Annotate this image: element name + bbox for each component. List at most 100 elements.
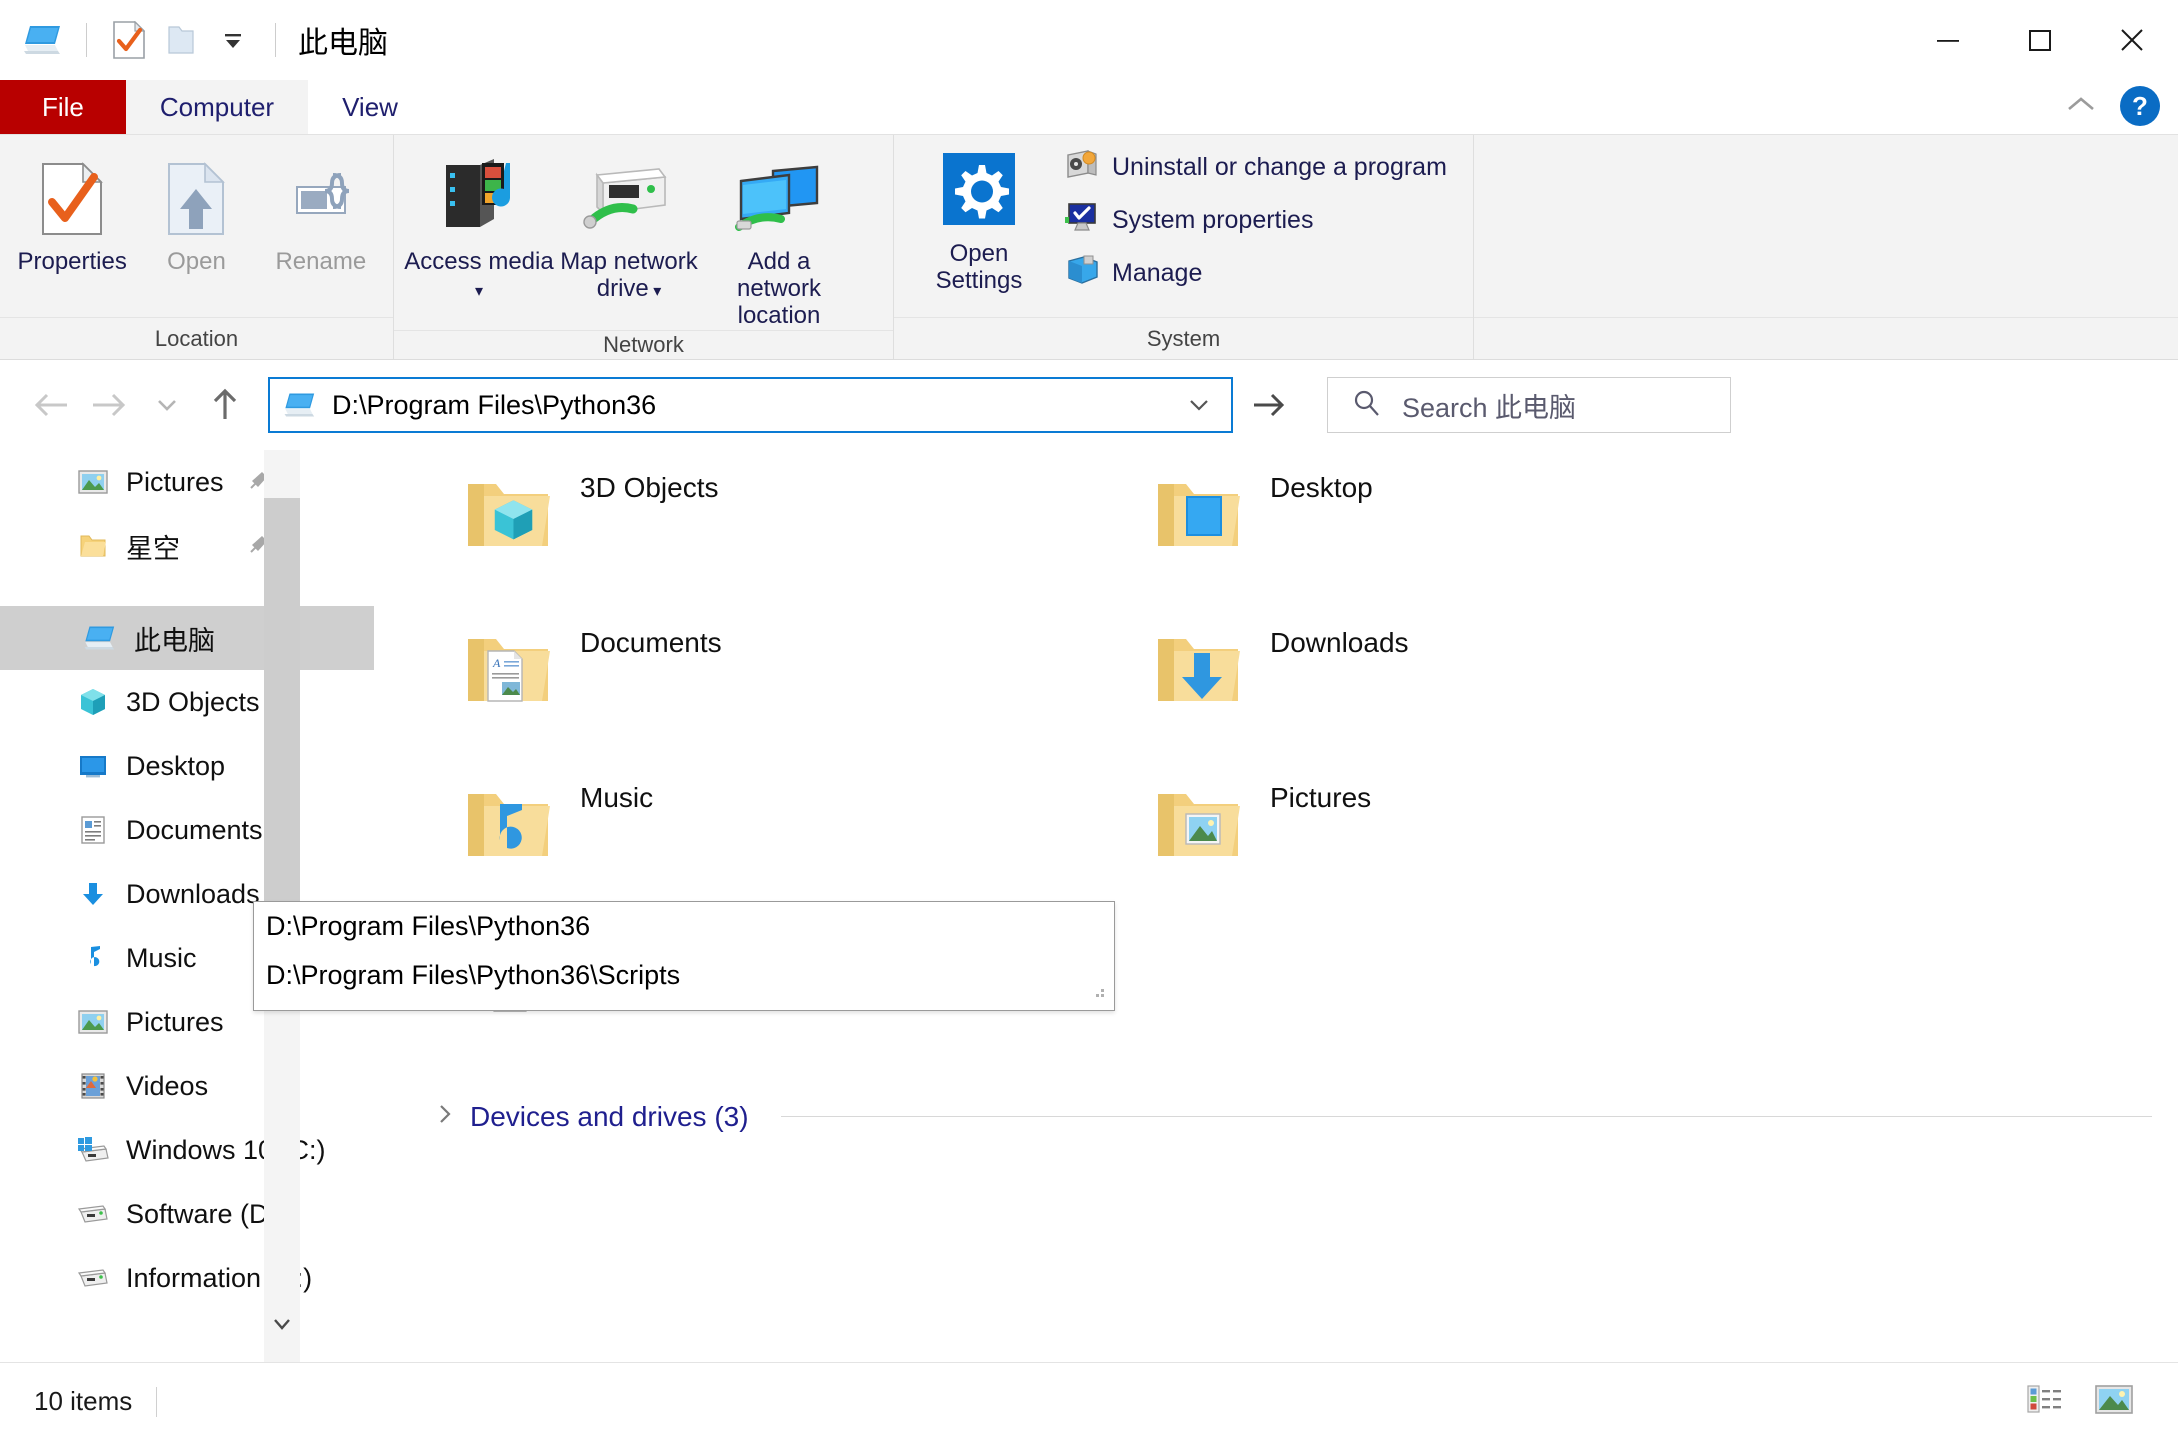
address-input[interactable]: D:\Program Files\Python36 — [268, 377, 1233, 433]
details-view-icon[interactable] — [2026, 1382, 2064, 1421]
folder-desktop-icon — [1152, 466, 1244, 558]
sidebar-label-downloads: Downloads — [126, 878, 260, 909]
back-button[interactable] — [22, 376, 80, 434]
autocomplete-item-1[interactable]: D:\Program Files\Python36\Scripts — [254, 951, 1114, 1000]
uninstall-program-item[interactable]: Uninstall or change a program — [1064, 147, 1447, 188]
address-autocomplete-dropdown[interactable]: D:\Program Files\Python36 D:\Program Fil… — [253, 901, 1115, 1011]
forward-button[interactable] — [80, 376, 138, 434]
ribbon: Properties Open Rename Location Access m… — [0, 134, 2178, 360]
properties-button[interactable]: Properties — [10, 149, 134, 276]
group-header-label: Devices and drives (3) — [470, 1100, 749, 1132]
folder-tile-downloads[interactable]: Downloads — [1152, 621, 1842, 776]
open-settings-button[interactable]: Open Settings — [904, 141, 1054, 295]
window-title: 此电脑 — [298, 27, 388, 60]
tab-file[interactable]: File — [0, 80, 126, 134]
ribbon-group-network-body: Access media ▾ Map network drive ▾ Add a… — [394, 135, 893, 330]
map-network-drive-icon — [581, 155, 677, 237]
folder-tile-pictures[interactable]: Pictures — [1152, 776, 1842, 931]
ribbon-empty-area — [1473, 135, 2178, 359]
folder-tile-desktop[interactable]: Desktop — [1152, 466, 1842, 621]
access-media-icon — [436, 155, 522, 237]
folder-label-music: Music — [580, 782, 654, 813]
window-controls — [1902, 0, 2178, 80]
resize-grip-icon[interactable] — [1088, 981, 1108, 1006]
chevron-down-icon-2[interactable]: ▾ — [649, 283, 661, 300]
chevron-down-icon[interactable]: ▾ — [475, 283, 483, 300]
scroll-down-icon[interactable] — [264, 1304, 300, 1344]
help-icon[interactable]: ? — [2120, 86, 2160, 126]
go-button[interactable] — [1233, 376, 1305, 434]
divider-2 — [275, 23, 276, 57]
sidebar-item-desktop[interactable]: Desktop — [0, 734, 374, 798]
tab-view[interactable]: View — [308, 80, 432, 134]
settings-gear-icon — [940, 147, 1018, 229]
maximize-button[interactable] — [1994, 0, 2086, 80]
large-icons-view-icon[interactable] — [2094, 1382, 2134, 1421]
minimize-button[interactable] — [1902, 0, 1994, 80]
sidebar-label-pictures: Pictures — [126, 1006, 224, 1037]
sidebar-label-pictures-quick: Pictures — [126, 466, 224, 497]
sidebar-item-pictures-quick[interactable]: Pictures — [0, 450, 374, 514]
sidebar-item-this-pc[interactable]: 此电脑 — [0, 606, 374, 670]
windows-drive-icon — [76, 1136, 110, 1164]
add-network-location-icon — [733, 155, 825, 237]
sidebar-item-documents[interactable]: Documents — [0, 798, 374, 862]
ribbon-group-location-label: Location — [0, 317, 393, 359]
music-icon — [76, 944, 110, 972]
folder-documents-icon: A — [462, 621, 554, 713]
add-network-location-button[interactable]: Add a network location — [704, 149, 854, 330]
sidebar-label-software-d: Software (D:) — [126, 1198, 286, 1229]
search-input[interactable]: Search 此电脑 — [1327, 377, 1731, 433]
folder-label-desktop: Desktop — [1270, 472, 1373, 503]
ribbon-tab-right-controls: ? — [2064, 86, 2160, 126]
ribbon-group-system-label: System — [894, 317, 1473, 359]
pictures-icon — [76, 469, 110, 495]
folder-tile-documents[interactable]: A Documents — [462, 621, 1152, 776]
recent-locations-button[interactable] — [138, 376, 196, 434]
new-folder-icon[interactable] — [155, 14, 207, 66]
map-network-drive-label: Map network drive ▾ — [554, 248, 704, 303]
sidebar-item-software-d[interactable]: Software (D:) — [0, 1182, 374, 1246]
sidebar-item-xingkong[interactable]: 星空 — [0, 514, 374, 578]
downloads-icon — [76, 880, 110, 908]
sidebar-item-videos[interactable]: Videos — [0, 1054, 374, 1118]
manage-item[interactable]: Manage — [1064, 253, 1447, 294]
close-button[interactable] — [2086, 0, 2178, 80]
group-header-devices-and-drives[interactable]: Devices and drives (3) — [374, 1100, 2178, 1133]
autocomplete-item-0[interactable]: D:\Program Files\Python36 — [254, 902, 1114, 951]
videos-icon — [76, 1072, 110, 1100]
item-count-label: 10 items — [34, 1386, 133, 1416]
chevron-down-icon-address[interactable] — [1173, 379, 1225, 431]
folder-tile-3d-objects[interactable]: 3D Objects — [462, 466, 1152, 621]
uninstall-program-icon — [1064, 147, 1100, 188]
sidebar-item-windows-c[interactable]: Windows 10 (C:) — [0, 1118, 374, 1182]
sidebar-label-3d-objects: 3D Objects — [126, 686, 260, 717]
sidebar-item-information-e[interactable]: Information (E:) — [0, 1246, 374, 1310]
ribbon-empty-body — [1474, 135, 2178, 317]
folder-label-documents: Documents — [580, 627, 722, 658]
uninstall-program-label: Uninstall or change a program — [1112, 153, 1447, 181]
folder-label-pictures: Pictures — [1270, 782, 1372, 813]
desktop-icon — [76, 753, 110, 779]
system-properties-item[interactable]: System properties — [1064, 200, 1447, 241]
ribbon-group-location-body: Properties Open Rename — [0, 135, 393, 317]
this-pc-icon-sidebar — [84, 624, 118, 652]
pictures-icon-2 — [76, 1009, 110, 1035]
rename-button[interactable]: Rename — [259, 149, 383, 276]
chevron-right-icon[interactable] — [434, 1100, 456, 1133]
manage-label: Manage — [1112, 259, 1203, 287]
open-button[interactable]: Open — [134, 149, 258, 276]
sidebar-item-3d-objects[interactable]: 3D Objects — [0, 670, 374, 734]
access-media-button[interactable]: Access media ▾ — [404, 149, 554, 303]
properties-icon[interactable] — [103, 14, 155, 66]
sidebar-label-desktop: Desktop — [126, 750, 226, 781]
map-network-drive-button[interactable]: Map network drive ▾ — [554, 149, 704, 303]
folder-pictures-icon — [1152, 776, 1244, 868]
collapse-ribbon-icon[interactable] — [2064, 94, 2098, 119]
up-button[interactable] — [196, 376, 254, 434]
sidebar-label-music: Music — [126, 942, 197, 973]
customize-quick-access-caret[interactable] — [207, 14, 259, 66]
tab-computer[interactable]: Computer — [125, 80, 309, 134]
drive-icon — [76, 1202, 110, 1226]
svg-text:A: A — [492, 656, 501, 670]
